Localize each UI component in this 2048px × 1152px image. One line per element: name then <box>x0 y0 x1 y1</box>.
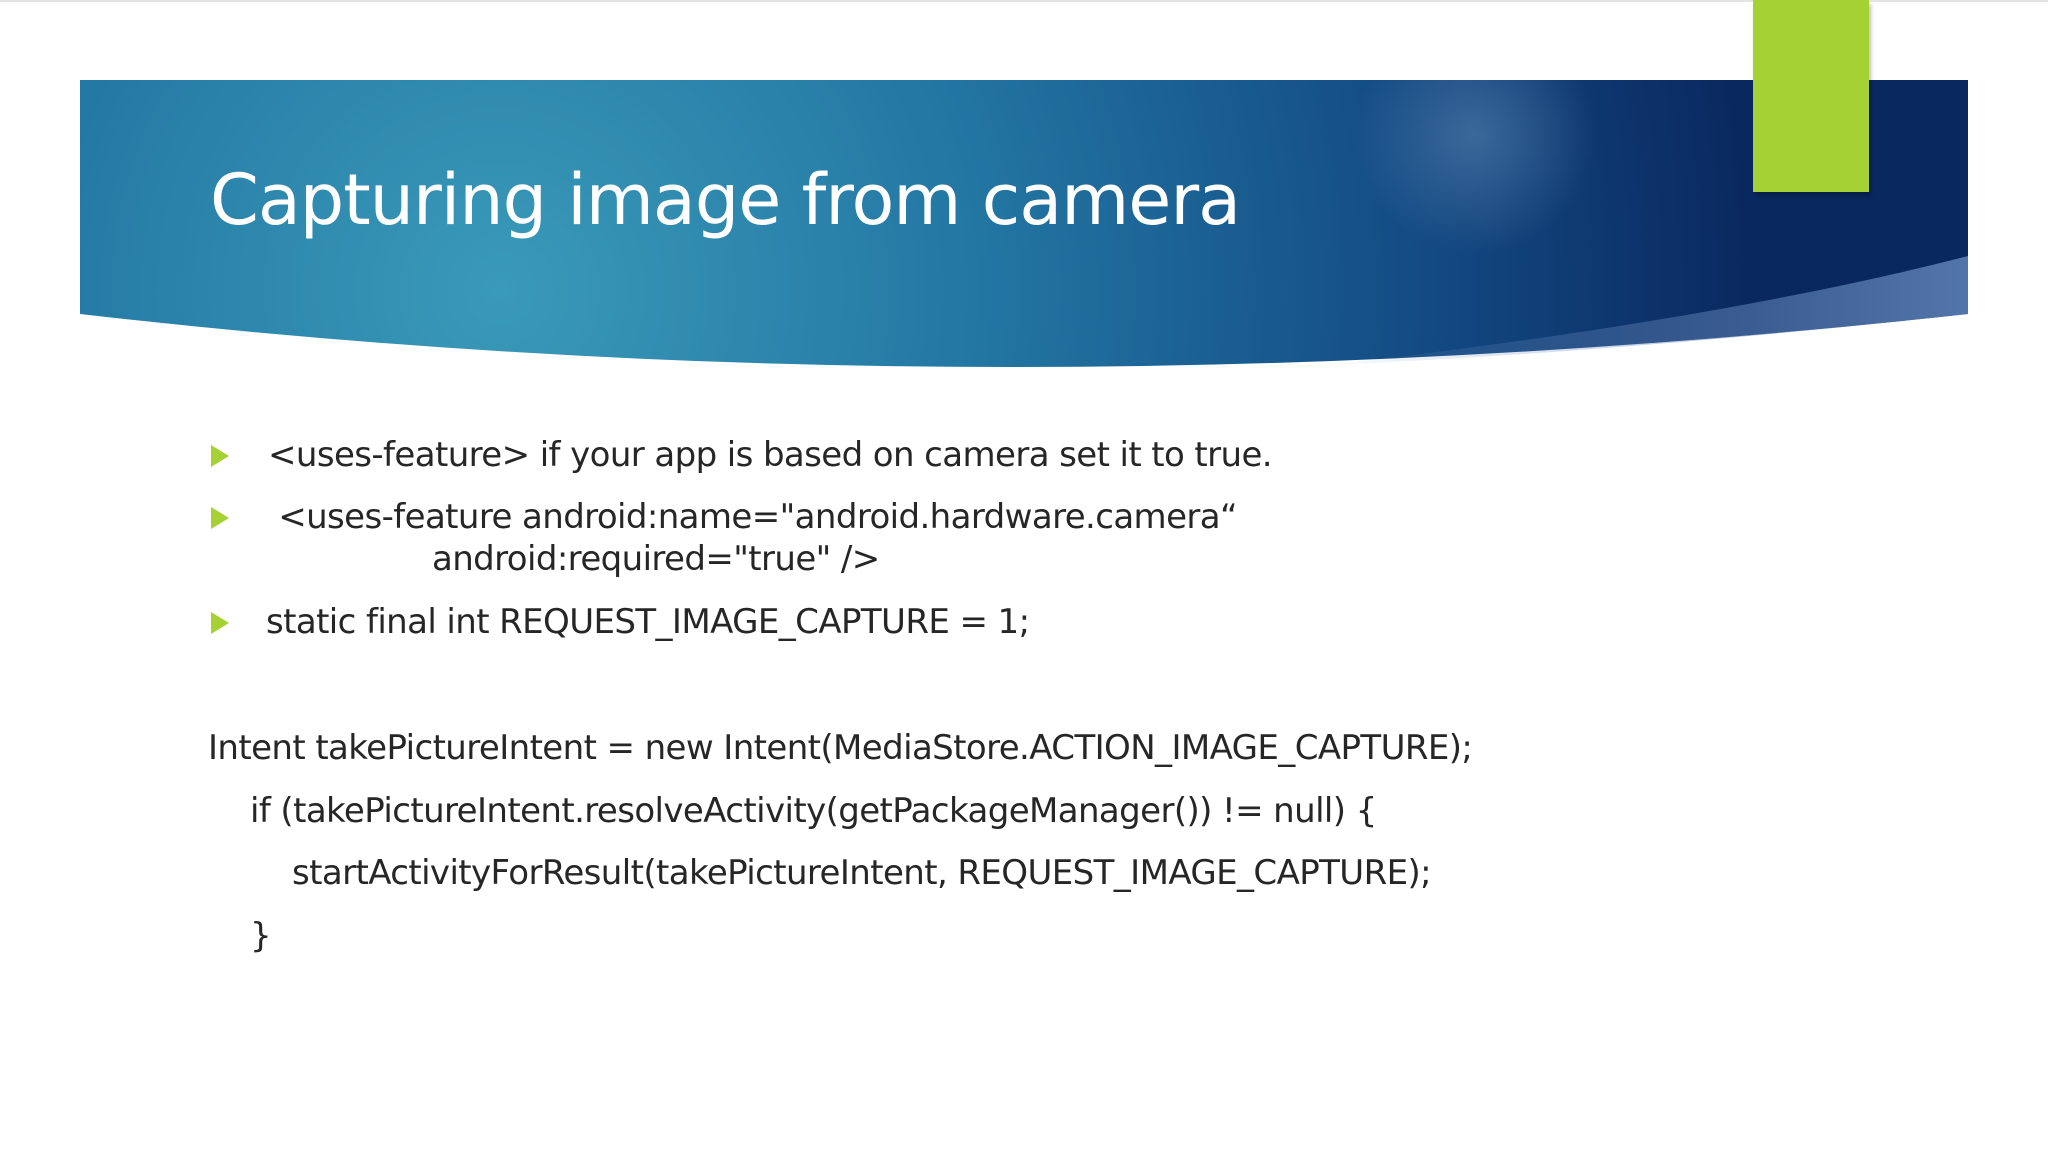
code-line-1: Intent takePictureIntent = new Intent(Me… <box>208 728 1473 768</box>
bullet-2-text-line-2: android:required="true" /> <box>432 539 880 579</box>
triangle-bullet-icon <box>210 611 230 635</box>
accent-bar <box>1753 0 1869 192</box>
code-line-4: } <box>250 916 272 956</box>
code-line-3: startActivityForResult(takePictureIntent… <box>292 853 1432 893</box>
bullet-3-text: static final int REQUEST_IMAGE_CAPTURE =… <box>266 602 1030 642</box>
bullet-2-text-line-1: <uses-feature android:name="android.hard… <box>268 497 1238 537</box>
slide-title: Capturing image from camera <box>210 159 1241 241</box>
slide: Capturing image from camera <uses-featur… <box>0 0 2048 1152</box>
triangle-bullet-icon <box>210 444 230 468</box>
bullet-1-text: <uses-feature> if your app is based on c… <box>268 435 1273 475</box>
code-line-2: if (takePictureIntent.resolveActivity(ge… <box>250 791 1377 831</box>
triangle-bullet-icon <box>210 506 230 530</box>
